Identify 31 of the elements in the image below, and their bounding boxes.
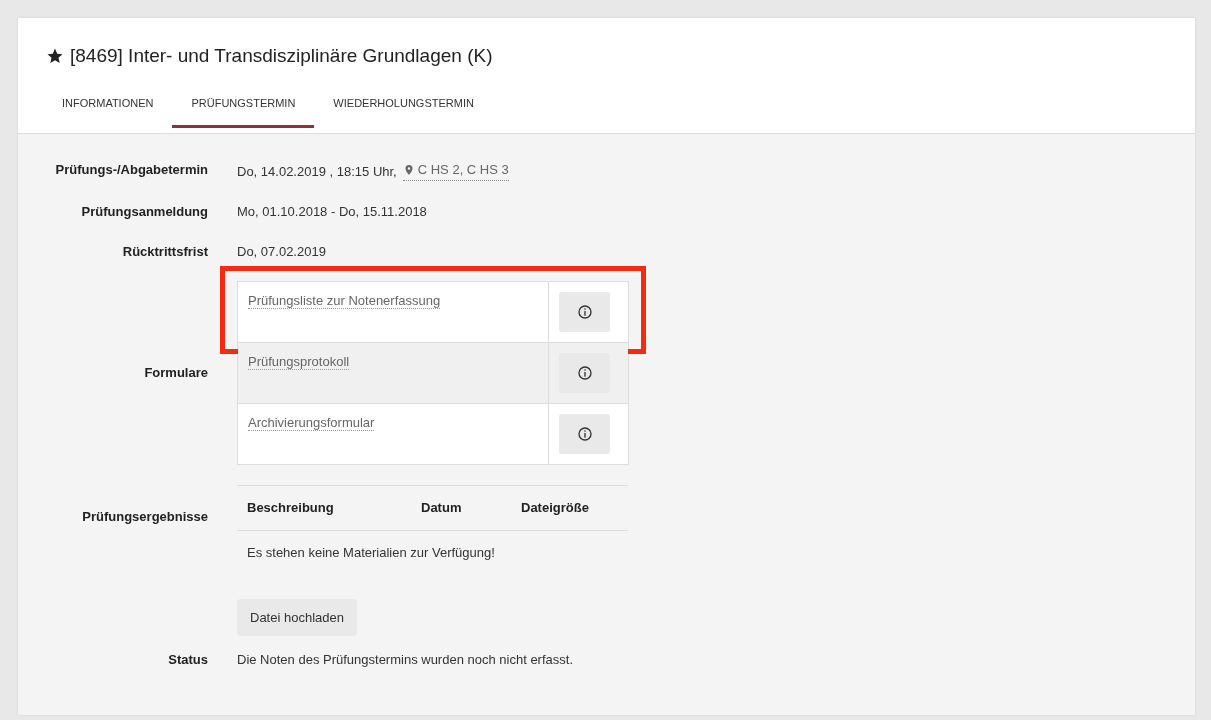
- location-link[interactable]: C HS 2, C HS 3: [402, 160, 509, 181]
- tab[interactable]: INFORMATIONEN: [46, 89, 173, 128]
- field-value: Mo, 01.10.2018 - Do, 15.11.2018: [237, 204, 427, 219]
- field-label: Status: [167, 651, 209, 669]
- info-icon: [576, 304, 593, 320]
- field-value: Die Noten des Prüfungstermins wurden noch nicht erfasst.: [237, 652, 573, 667]
- form-link[interactable]: Prüfungsprotokoll: [248, 354, 350, 370]
- field-value: Do, 14.02.2019 , 18:15 Uhr,: [237, 164, 397, 179]
- field-label: Rücktrittsfrist: [121, 243, 209, 261]
- field-label: Prüfungsanmeldung: [80, 203, 209, 221]
- field-label: Prüfungsergebnisse: [81, 508, 209, 526]
- column-header: Datum: [420, 499, 463, 517]
- page-title: [8469] Inter- und Transdisziplinäre Grundlagen (K): [70, 45, 493, 67]
- field-value: Do, 07.02.2019: [237, 244, 326, 259]
- form-link[interactable]: Archivierungsformular: [248, 415, 375, 431]
- tab[interactable]: WIEDERHOLUNGSTERMIN: [314, 89, 493, 128]
- empty-message: Es stehen keine Materialien zur Verfügung!: [246, 544, 496, 562]
- tab[interactable]: PRÜFUNGSTERMIN: [172, 89, 315, 128]
- field-label: Prüfungs-/Abgabetermin: [54, 161, 209, 179]
- info-button[interactable]: [559, 353, 610, 393]
- info-button[interactable]: [559, 414, 610, 454]
- form-link[interactable]: Prüfungsliste zur Notenerfassung: [248, 293, 441, 309]
- info-icon: [576, 365, 593, 381]
- field-label: Formulare: [143, 364, 209, 382]
- location-pin-icon: [402, 164, 415, 176]
- info-button[interactable]: [559, 292, 610, 332]
- star-icon[interactable]: [46, 47, 64, 65]
- upload-button[interactable]: Datei hochladen: [237, 599, 357, 636]
- column-header: Beschreibung: [246, 499, 335, 517]
- column-header: Dateigröße: [520, 499, 589, 517]
- info-icon: [576, 426, 593, 442]
